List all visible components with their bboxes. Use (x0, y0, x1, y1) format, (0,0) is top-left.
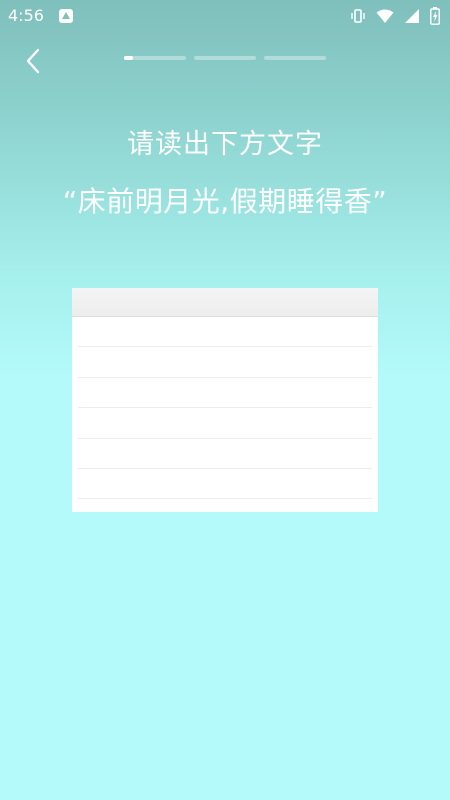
card-divider (78, 468, 372, 469)
back-button[interactable] (18, 44, 48, 78)
step-indicator-3 (264, 56, 326, 60)
phrase-to-read: “床前明月光,假期睡得香” (62, 185, 388, 218)
chevron-left-icon (26, 48, 40, 74)
card-divider (78, 438, 372, 439)
card-divider (78, 377, 372, 378)
voice-input-card (72, 288, 378, 512)
card-header (72, 288, 378, 317)
card-divider (78, 498, 372, 499)
step-indicator-1-fill (124, 56, 134, 60)
status-time: 4:56 (8, 6, 44, 25)
app-notification-icon (59, 9, 73, 23)
battery-charging-icon (430, 7, 440, 25)
vibrate-icon (351, 9, 365, 23)
instruction-text: 请读出下方文字 (127, 129, 323, 160)
card-divider (78, 346, 372, 347)
step-progress (124, 56, 326, 61)
wifi-icon (376, 9, 394, 23)
card-divider (78, 407, 372, 408)
step-indicator-1 (124, 56, 186, 60)
status-bar: 4:56 (0, 0, 450, 32)
signal-icon (405, 9, 419, 23)
step-indicator-2 (194, 56, 256, 60)
